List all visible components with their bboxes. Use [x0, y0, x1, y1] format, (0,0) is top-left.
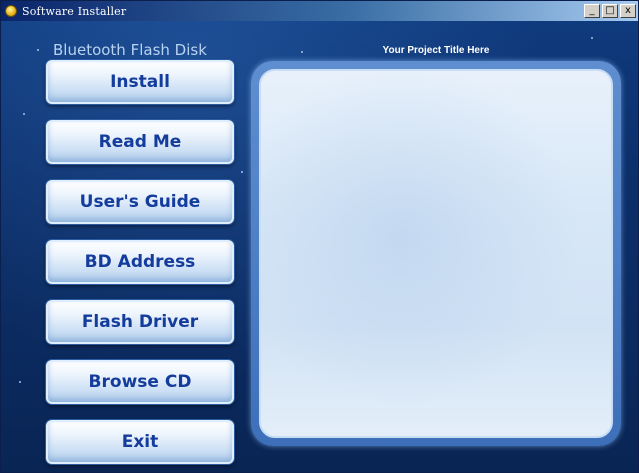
- title-bar[interactable]: Software Installer _ □ x: [1, 1, 638, 21]
- background-sparkle: [591, 37, 593, 39]
- bd-address-button[interactable]: BD Address: [46, 240, 234, 284]
- background-sparkle: [37, 49, 39, 51]
- display-panel: [259, 69, 613, 438]
- minimize-button[interactable]: _: [584, 4, 600, 18]
- exit-button[interactable]: Exit: [46, 420, 234, 464]
- display-frame: [251, 61, 621, 446]
- install-button[interactable]: Install: [46, 60, 234, 104]
- installer-background: Bluetooth Flash Disk Your Project Title …: [1, 21, 638, 472]
- maximize-button[interactable]: □: [602, 4, 618, 18]
- window-title: Software Installer: [22, 4, 127, 18]
- users-guide-button[interactable]: User's Guide: [46, 180, 234, 224]
- background-sparkle: [23, 113, 25, 115]
- read-me-button[interactable]: Read Me: [46, 120, 234, 164]
- browse-cd-button[interactable]: Browse CD: [46, 360, 234, 404]
- installer-window: Software Installer _ □ x Bluetooth Flash…: [0, 0, 639, 473]
- app-icon: [5, 5, 17, 17]
- close-button[interactable]: x: [620, 4, 636, 18]
- project-title: Your Project Title Here: [382, 45, 490, 56]
- flash-driver-button[interactable]: Flash Driver: [46, 300, 234, 344]
- window-controls: _ □ x: [584, 4, 636, 18]
- app-label: Bluetooth Flash Disk: [53, 41, 207, 59]
- background-sparkle: [19, 381, 21, 383]
- background-sparkle: [241, 171, 243, 173]
